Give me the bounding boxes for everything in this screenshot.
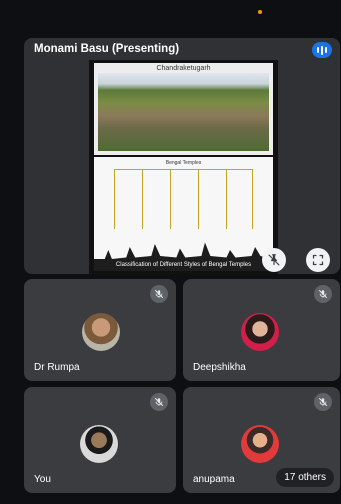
participant-name: anupama [193, 474, 235, 485]
participant-tile[interactable]: Deepshikha [183, 279, 340, 381]
diagram-branch [252, 169, 253, 229]
status-dot [258, 10, 262, 14]
mic-off-icon [150, 393, 168, 411]
diagram-branch [114, 169, 115, 229]
slide-diagram-panel: Bengal Temples Classification of Differe… [94, 157, 273, 271]
photo-title: Chandraketugarh [156, 65, 211, 72]
diagram-branch [226, 169, 227, 229]
mic-off-icon [150, 285, 168, 303]
diagram-connector [114, 169, 253, 170]
shared-slide: Chandraketugarh Bengal Temples Classific… [89, 60, 278, 274]
participant-name: You [34, 474, 51, 485]
avatar [241, 425, 279, 463]
unpin-button[interactable] [262, 248, 286, 272]
slide-photo-panel: Chandraketugarh [94, 63, 273, 155]
fullscreen-button[interactable] [306, 248, 330, 272]
participant-tile[interactable]: anupama 17 others [183, 387, 340, 493]
fullscreen-icon [312, 254, 324, 266]
avatar [80, 425, 118, 463]
avatar [82, 313, 120, 351]
participant-name: Deepshikha [193, 362, 246, 373]
presenter-tile[interactable]: Monami Basu (Presenting) Chandraketugarh… [24, 38, 340, 274]
archaeological-site-photo [98, 73, 269, 151]
diagram-branch [170, 169, 171, 229]
mic-off-icon [314, 285, 332, 303]
participant-tile[interactable]: Dr Rumpa [24, 279, 176, 381]
participant-tile[interactable]: You [24, 387, 176, 493]
presenter-name: Monami Basu (Presenting) [34, 43, 180, 55]
participant-name: Dr Rumpa [34, 362, 80, 373]
diagram-branch [198, 169, 199, 229]
audio-level-icon [312, 42, 332, 58]
diagram-title: Bengal Temples [165, 160, 202, 166]
diagram-branch [142, 169, 143, 229]
mic-off-icon [314, 393, 332, 411]
avatar [241, 313, 279, 351]
diagram-caption: Classification of Different Styles of Be… [115, 262, 252, 268]
others-count-badge[interactable]: 17 others [276, 468, 334, 487]
